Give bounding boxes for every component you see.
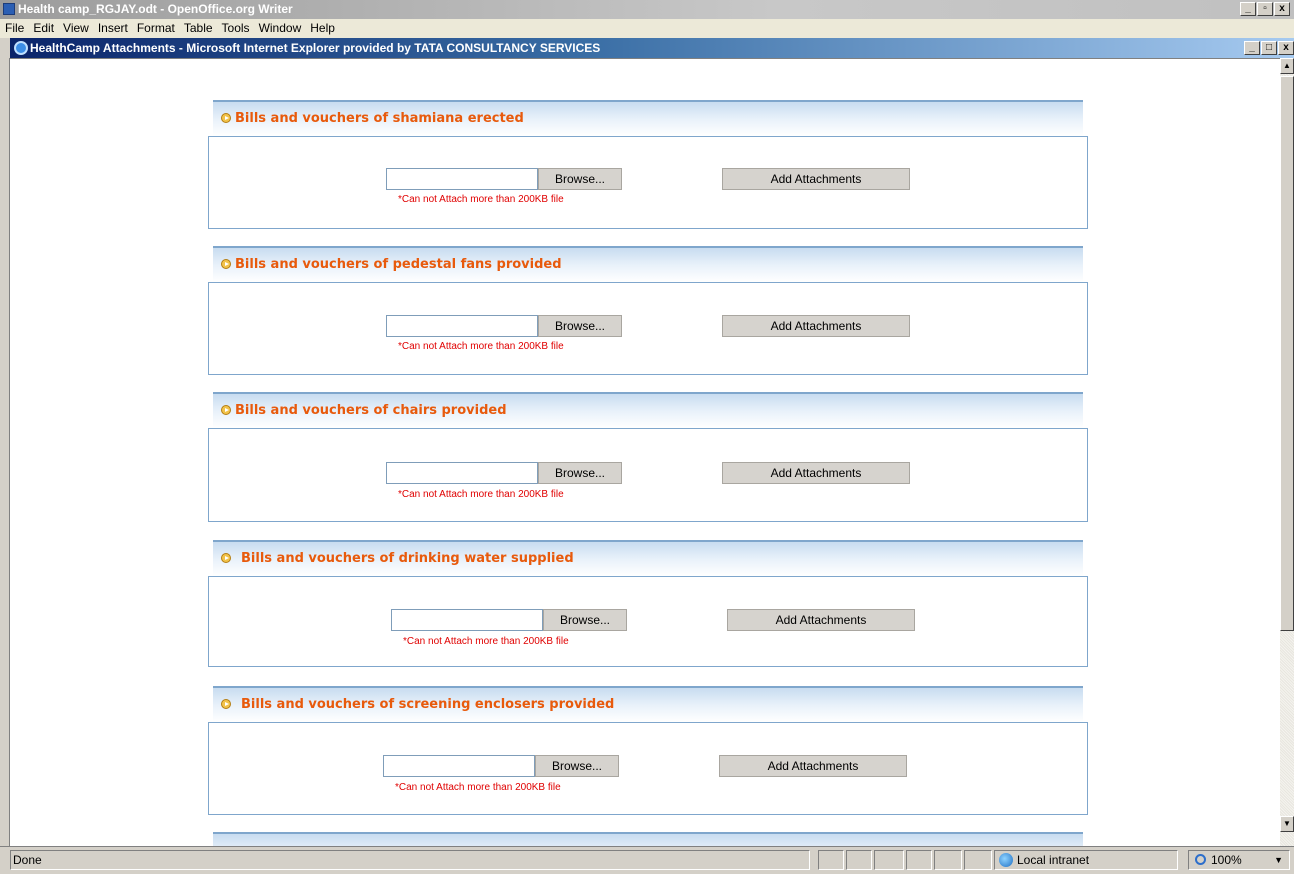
internet-explorer-icon [14,41,28,55]
zoom-level: 100% [1211,853,1242,867]
menu-edit[interactable]: Edit [29,19,59,38]
page-content: Bills and vouchers of shamiana erected B… [10,58,1280,846]
menu-format[interactable]: Format [133,19,180,38]
ie-title-bar: HealthCamp Attachments - Microsoft Inter… [10,38,1294,58]
status-cell [934,850,962,870]
file-path-input[interactable] [383,755,535,777]
ie-window-controls: _ □ x [1244,41,1294,55]
size-limit-note: *Can not Attach more than 200KB file [403,636,569,647]
section-body: Browse... Add Attachments *Can not Attac… [208,722,1088,815]
status-text: Done [10,850,810,870]
section-title: Bills and vouchers of drinking water sup… [241,551,574,566]
status-bar: Done Local intranet 100% ▼ [0,846,1294,874]
restore-button[interactable]: ▫ [1257,2,1273,16]
section-body: Browse... Add Attachments *Can not Attac… [208,282,1088,375]
arrow-bullet-icon [221,259,231,269]
menu-insert[interactable]: Insert [94,19,133,38]
section-title: Bills and vouchers of screening encloser… [241,697,615,712]
scroll-thumb[interactable] [1280,76,1294,631]
add-attachments-button[interactable]: Add Attachments [722,462,910,484]
browse-button[interactable]: Browse... [535,755,619,777]
outer-window-title: Health camp_RGJAY.odt - OpenOffice.org W… [18,2,293,16]
size-limit-note: *Can not Attach more than 200KB file [398,194,564,205]
ie-close-button[interactable]: x [1278,41,1294,55]
menu-table[interactable]: Table [180,19,218,38]
zone-label: Local intranet [1017,853,1090,867]
section-header: Bills and vouchers of screening encloser… [213,686,1083,722]
outer-title-bar: Health camp_RGJAY.odt - OpenOffice.org W… [0,0,1294,19]
browse-button[interactable]: Browse... [538,315,622,337]
browse-button[interactable]: Browse... [538,168,622,190]
minimize-button[interactable]: _ [1240,2,1256,16]
ie-minimize-button[interactable]: _ [1244,41,1260,55]
scroll-up-button[interactable]: ▲ [1280,58,1294,74]
status-cell [964,850,992,870]
menu-view[interactable]: View [59,19,94,38]
close-button[interactable]: x [1274,2,1290,16]
section-body: Browse... Add Attachments *Can not Attac… [208,576,1088,667]
add-attachments-button[interactable]: Add Attachments [719,755,907,777]
file-path-input[interactable] [386,168,538,190]
add-attachments-button[interactable]: Add Attachments [727,609,915,631]
menu-help[interactable]: Help [306,19,340,38]
security-zone[interactable]: Local intranet [994,850,1178,870]
browse-button[interactable]: Browse... [543,609,627,631]
arrow-bullet-icon [221,405,231,415]
menu-tools[interactable]: Tools [218,19,255,38]
chevron-down-icon[interactable]: ▼ [1274,851,1283,869]
section-title: Bills and vouchers of shamiana erected [235,111,524,126]
file-path-input[interactable] [386,315,538,337]
local-intranet-icon [999,853,1013,867]
openoffice-icon [3,3,15,15]
status-cell [818,850,844,870]
ie-maximize-button[interactable]: □ [1261,41,1277,55]
add-attachments-button[interactable]: Add Attachments [722,315,910,337]
zoom-icon [1195,854,1206,865]
arrow-bullet-icon [221,113,231,123]
arrow-bullet-icon [221,553,231,563]
section-header: Bills and vouchers of shamiana erected [213,100,1083,136]
ie-window-title: HealthCamp Attachments - Microsoft Inter… [30,41,601,55]
section-title: Bills and vouchers of chairs provided [235,403,507,418]
section-body: Browse... Add Attachments *Can not Attac… [208,136,1088,229]
status-cell [846,850,872,870]
section-header: Bills and vouchers of chairs provided [213,392,1083,428]
add-attachments-button[interactable]: Add Attachments [722,168,910,190]
status-cell [906,850,932,870]
section-header: Bills and vouchers of pedestal fans prov… [213,246,1083,282]
size-limit-note: *Can not Attach more than 200KB file [395,782,561,793]
browse-button[interactable]: Browse... [538,462,622,484]
file-path-input[interactable] [391,609,543,631]
section-header [213,832,1083,846]
section-header: Bills and vouchers of drinking water sup… [213,540,1083,576]
vertical-scrollbar[interactable]: ▲ ▼ [1280,58,1294,846]
status-cell [874,850,904,870]
file-path-input[interactable] [386,462,538,484]
arrow-bullet-icon [221,699,231,709]
outer-window-controls: _ ▫ x [1240,2,1290,16]
left-frame [0,58,10,848]
scroll-down-button[interactable]: ▼ [1280,816,1294,832]
section-body: Browse... Add Attachments *Can not Attac… [208,428,1088,522]
menu-window[interactable]: Window [255,19,307,38]
menu-bar: File Edit View Insert Format Table Tools… [0,19,1294,38]
size-limit-note: *Can not Attach more than 200KB file [398,341,564,352]
size-limit-note: *Can not Attach more than 200KB file [398,489,564,500]
zoom-control[interactable]: 100% ▼ [1188,850,1290,870]
menu-file[interactable]: File [1,19,29,38]
section-title: Bills and vouchers of pedestal fans prov… [235,257,562,272]
